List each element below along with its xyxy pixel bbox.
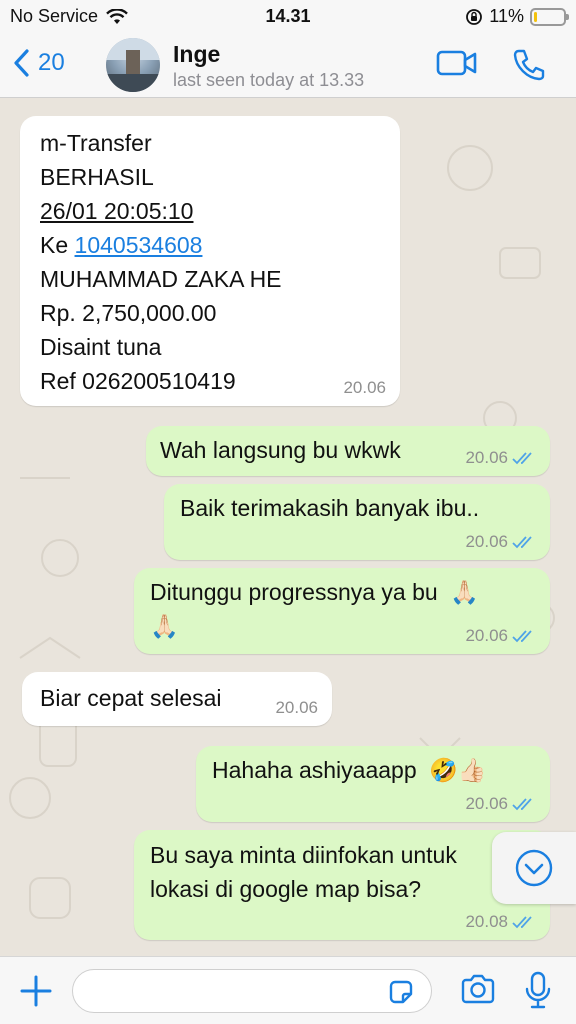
account-number-link[interactable]: 1040534608 (75, 232, 203, 258)
double-check-icon (512, 916, 532, 929)
message-meta: 20.06 (465, 626, 536, 646)
message-text: Biar cepat selesai (40, 685, 222, 711)
message-outgoing[interactable]: Bu saya minta diinfokan untuk lokasi di … (134, 830, 550, 940)
message-text: Hahaha ashiyaaapp (212, 757, 417, 783)
message-time: 20.06 (275, 698, 318, 717)
camera-icon[interactable] (460, 973, 496, 1005)
message-incoming[interactable]: m-Transfer BERHASIL 26/01 20:05:10 Ke 10… (20, 116, 400, 406)
last-seen: last seen today at 13.33 (173, 70, 365, 90)
message-meta: 20.06 (465, 448, 536, 468)
message-line: Ref 026200510419 (40, 368, 236, 394)
message-time: 20.06 (465, 532, 508, 551)
battery-fill (534, 11, 538, 22)
prayer-hands-emoji: 🙏🏻 (150, 613, 179, 639)
message-meta: 20.06 (343, 378, 386, 398)
message-meta: 20.06 (275, 698, 318, 718)
double-check-icon (512, 630, 532, 643)
message-meta: 20.06 (465, 532, 536, 552)
chat-area[interactable]: m-Transfer BERHASIL 26/01 20:05:10 Ke 10… (0, 98, 576, 956)
message-meta: 20.06 (465, 794, 536, 814)
emoji-sequence: 🤣👍🏻 (429, 757, 487, 783)
message-time: 20.06 (465, 448, 508, 467)
battery-percent: 11% (489, 6, 524, 26)
chevron-down-circle-icon (515, 849, 553, 887)
message-line-recipient: Ke 1040534608 (40, 228, 380, 262)
message-line: lokasi di google map bisa? (150, 876, 422, 902)
prayer-hands-emoji: 🙏🏻 (450, 579, 479, 605)
status-bar: No Service 14.31 11% (0, 0, 576, 32)
microphone-icon[interactable] (524, 971, 552, 1011)
message-line: Rp. 2,750,000.00 (40, 300, 217, 326)
message-outgoing[interactable]: Hahaha ashiyaaapp 🤣👍🏻 20.06 (196, 746, 550, 822)
double-check-icon (512, 536, 532, 549)
message-meta: 20.08 (465, 912, 536, 932)
back-button[interactable]: 20 (12, 48, 65, 78)
message-input-bar (0, 956, 576, 1024)
battery-icon (530, 7, 569, 26)
message-time: 20.08 (465, 912, 508, 931)
message-line: BERHASIL (40, 164, 154, 190)
message-text: Baik terimakasih banyak ibu.. (180, 495, 480, 521)
message-time: 20.06 (465, 794, 508, 813)
message-outgoing[interactable]: Baik terimakasih banyak ibu.. 20.06 (164, 484, 550, 560)
message-text: Wah langsung bu wkwk (160, 437, 401, 463)
unread-count: 20 (38, 49, 65, 76)
avatar[interactable] (106, 38, 160, 92)
message-outgoing[interactable]: Ditunggu progressnya ya bu 🙏🏻 🙏🏻 20.06 (134, 568, 550, 654)
message-outgoing[interactable]: Wah langsung bu wkwk 20.06 (146, 426, 550, 476)
contact-name[interactable]: Inge (173, 41, 220, 68)
double-check-icon (512, 798, 532, 811)
plus-icon[interactable] (20, 975, 52, 1007)
double-check-icon (512, 452, 532, 465)
message-line: Bu saya minta diinfokan untuk (150, 842, 457, 868)
message-time: 20.06 (465, 626, 508, 645)
message-input[interactable] (72, 969, 432, 1013)
message-incoming[interactable]: Biar cepat selesai 20.06 (22, 672, 332, 726)
orientation-lock-icon (466, 8, 483, 25)
chat-header: 20 Inge last seen today at 13.33 (0, 32, 576, 98)
video-call-icon[interactable] (436, 48, 478, 78)
phone-call-icon[interactable] (512, 48, 546, 82)
sticker-icon[interactable] (387, 978, 415, 1006)
chevron-left-icon (14, 49, 29, 77)
message-line: Ke (40, 232, 75, 258)
message-line: MUHAMMAD ZAKA HE (40, 266, 282, 292)
scroll-to-bottom-button[interactable] (492, 832, 576, 904)
message-time: 20.06 (343, 378, 386, 397)
message-line: Disaint tuna (40, 334, 162, 360)
message-text: Ditunggu progressnya ya bu (150, 579, 438, 605)
message-line: m-Transfer (40, 130, 152, 156)
message-line-datetime[interactable]: 26/01 20:05:10 (40, 194, 380, 228)
status-right: 11% (465, 6, 569, 27)
